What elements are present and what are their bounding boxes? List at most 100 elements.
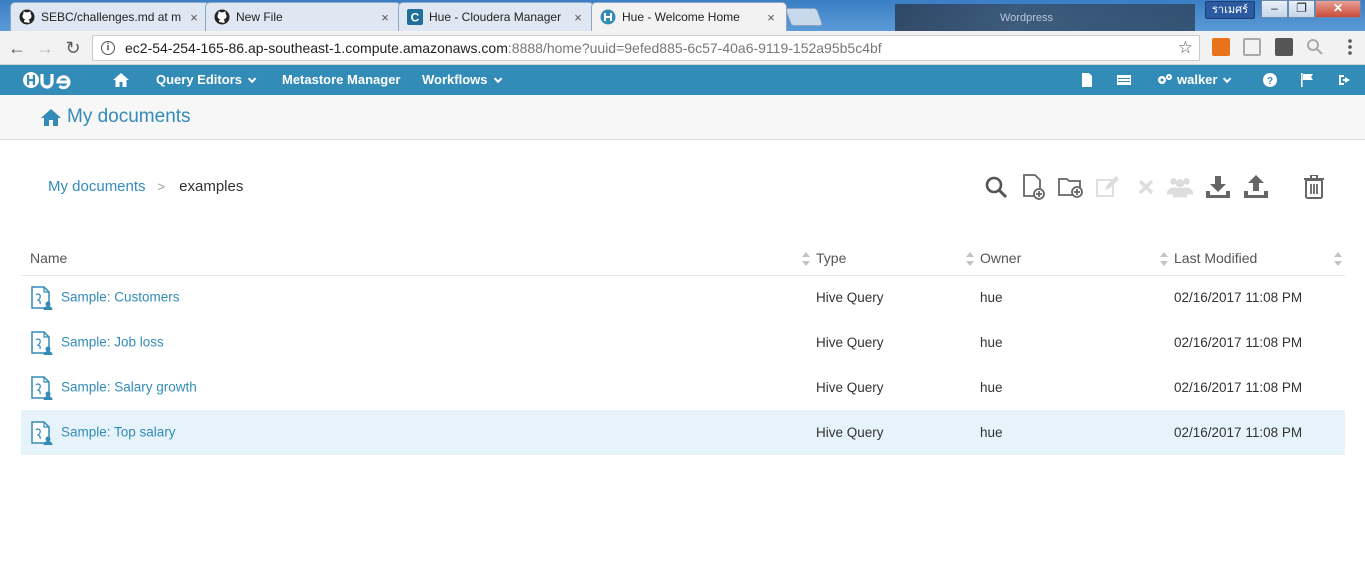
- table-row[interactable]: Sample: Top salary Hive Query hue 02/16/…: [21, 410, 1345, 455]
- column-header-label: Last Modified: [1174, 250, 1258, 267]
- url-bar[interactable]: i ec2-54-254-165-86.ap-southeast-1.compu…: [92, 35, 1200, 61]
- extension-search-icon[interactable]: [1306, 38, 1324, 56]
- column-header-label: Owner: [980, 250, 1022, 267]
- close-icon[interactable]: ×: [571, 10, 585, 25]
- window-user-badge[interactable]: ราเมศร์: [1205, 1, 1255, 19]
- home-icon[interactable]: [112, 72, 130, 88]
- url-host: ec2-54-254-165-86.ap-southeast-1.compute…: [125, 40, 508, 56]
- document-owner: hue: [980, 335, 1003, 350]
- page-title: My documents: [67, 106, 191, 127]
- window-close-button[interactable]: ✕: [1315, 0, 1361, 18]
- workflows-menu[interactable]: Workflows: [422, 65, 502, 95]
- close-icon[interactable]: ×: [378, 10, 392, 25]
- cogs-icon: [1158, 74, 1172, 84]
- tab-sebc-challenges[interactable]: SEBC/challenges.md at m ×: [10, 2, 210, 31]
- upload-icon: [1244, 175, 1268, 198]
- document-owner: hue: [980, 380, 1003, 395]
- new-document-icon: [1023, 174, 1045, 200]
- documents-table: Name Type Owner Last Modified Sample: Cu…: [21, 242, 1345, 455]
- github-icon: [19, 9, 35, 25]
- document-name-link[interactable]: Sample: Salary growth: [61, 379, 197, 394]
- forward-button[interactable]: →: [35, 38, 55, 58]
- new-folder-button[interactable]: [1058, 174, 1084, 200]
- trash-button[interactable]: [1301, 174, 1327, 200]
- breadcrumb-my-documents[interactable]: My documents: [48, 178, 146, 195]
- new-tab-button[interactable]: [784, 8, 824, 26]
- bookmark-star-icon[interactable]: ☆: [1178, 38, 1193, 58]
- tab-title: New File: [236, 10, 283, 24]
- document-name-link[interactable]: Sample: Top salary: [61, 424, 176, 439]
- query-editors-label: Query Editors: [156, 72, 242, 87]
- column-header-label: Type: [816, 250, 847, 267]
- help-icon[interactable]: ?: [1263, 73, 1277, 87]
- svg-text:C: C: [411, 11, 420, 25]
- download-button[interactable]: [1205, 174, 1231, 200]
- flag-icon[interactable]: [1300, 73, 1314, 87]
- column-header-label: Name: [30, 250, 68, 267]
- hue-logo[interactable]: [22, 70, 78, 90]
- new-document-button[interactable]: [1021, 174, 1047, 200]
- column-header-owner[interactable]: Owner: [980, 242, 1174, 276]
- search-button[interactable]: [983, 174, 1009, 200]
- reload-button[interactable]: ↻: [63, 38, 83, 58]
- user-name: walker: [1177, 72, 1218, 87]
- extension-window-icon[interactable]: [1243, 38, 1261, 56]
- upload-button[interactable]: [1243, 174, 1269, 200]
- users-icon: [1167, 178, 1193, 198]
- share-button[interactable]: [1167, 174, 1193, 200]
- delete-selection-button[interactable]: [1133, 174, 1159, 200]
- download-icon: [1206, 176, 1230, 198]
- close-icon[interactable]: ×: [187, 10, 201, 25]
- hive-query-document-icon: [31, 420, 53, 445]
- breadcrumb: My documents > examples: [48, 178, 243, 195]
- metastore-manager-link[interactable]: Metastore Manager: [282, 65, 400, 95]
- new-folder-icon: [1058, 178, 1083, 198]
- sort-icon: [1160, 252, 1168, 266]
- menu-dots-icon[interactable]: [1341, 38, 1359, 56]
- document-modified: 02/16/2017 11:08 PM: [1174, 335, 1303, 350]
- document-name-link[interactable]: Sample: Customers: [61, 289, 180, 304]
- maximize-button[interactable]: ❐: [1288, 0, 1315, 18]
- home-icon[interactable]: [40, 108, 62, 127]
- sort-icon: [802, 252, 810, 266]
- url-text[interactable]: ec2-54-254-165-86.ap-southeast-1.compute…: [125, 40, 882, 56]
- document-owner: hue: [980, 290, 1003, 306]
- close-icon[interactable]: ×: [764, 10, 778, 25]
- tab-new-file[interactable]: New File ×: [205, 2, 401, 31]
- page-header: My documents: [0, 95, 1365, 140]
- document-type: Hive Query: [816, 335, 884, 350]
- extension-dark-icon[interactable]: [1275, 38, 1293, 56]
- hue-icon: [600, 9, 616, 25]
- minimize-button[interactable]: –: [1261, 0, 1288, 18]
- hive-query-document-icon: [31, 286, 53, 310]
- document-name-link[interactable]: Sample: Job loss: [61, 334, 164, 349]
- document-modified: 02/16/2017 11:08 PM: [1174, 380, 1303, 395]
- document-icon[interactable]: [1080, 73, 1094, 87]
- url-path: :8888/home?uuid=9efed885-6c57-40a6-9119-…: [507, 40, 882, 56]
- tab-cloudera-manager[interactable]: C Hue - Cloudera Manager ×: [398, 2, 594, 31]
- edit-button[interactable]: [1095, 174, 1121, 200]
- tab-hue-welcome-home[interactable]: Hue - Welcome Home ×: [591, 2, 787, 31]
- chevron-down-icon: [1223, 74, 1232, 84]
- breadcrumb-examples: examples: [179, 178, 244, 195]
- user-menu[interactable]: walker: [1157, 65, 1232, 95]
- document-modified: 02/16/2017 11:08 PM: [1174, 410, 1345, 455]
- extension-orange-icon[interactable]: [1212, 38, 1230, 56]
- back-button[interactable]: ←: [7, 38, 27, 58]
- column-header-type[interactable]: Type: [816, 242, 980, 276]
- column-header-last-modified[interactable]: Last Modified: [1174, 242, 1345, 276]
- sign-out-icon[interactable]: [1338, 73, 1352, 87]
- chevron-down-icon: [247, 74, 257, 84]
- table-row[interactable]: Sample: Job loss Hive Query hue 02/16/20…: [21, 320, 1345, 365]
- table-row[interactable]: Sample: Customers Hive Query hue 02/16/2…: [21, 275, 1345, 320]
- document-modified: 02/16/2017 11:08 PM: [1174, 290, 1303, 306]
- list-icon[interactable]: [1117, 73, 1131, 87]
- info-icon[interactable]: i: [101, 41, 115, 55]
- table-header-row: Name Type Owner Last Modified: [21, 242, 1345, 276]
- address-toolbar: ← → ↻ i ec2-54-254-165-86.ap-southeast-1…: [0, 31, 1365, 65]
- close-icon: [1138, 179, 1154, 195]
- table-row[interactable]: Sample: Salary growth Hive Query hue 02/…: [21, 365, 1345, 410]
- column-header-name[interactable]: Name: [21, 242, 816, 276]
- edit-icon: [1096, 176, 1119, 197]
- query-editors-menu[interactable]: Query Editors: [156, 65, 257, 95]
